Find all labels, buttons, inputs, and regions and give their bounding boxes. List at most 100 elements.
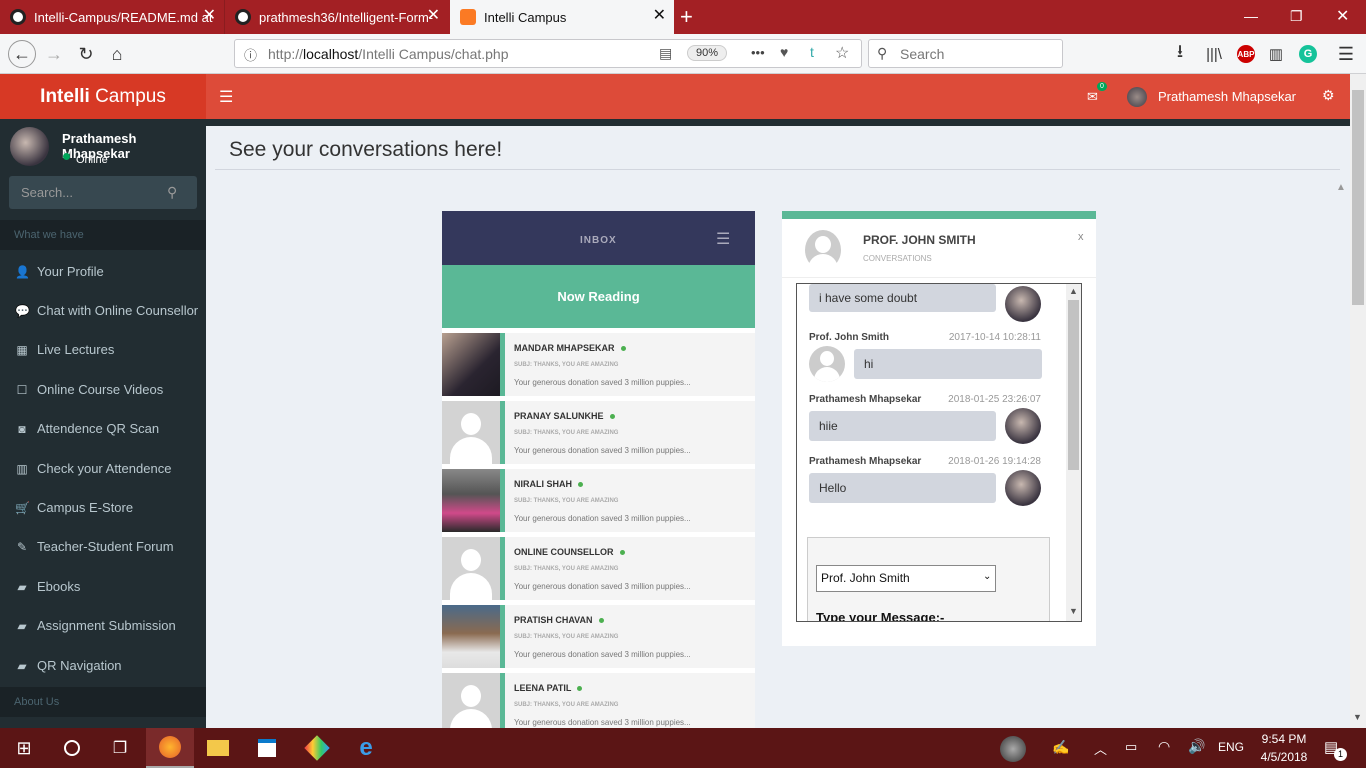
browser-tab-1[interactable]: Intelli-Campus/README.md at ✕ xyxy=(0,0,224,34)
restore-button[interactable]: ❐ xyxy=(1290,8,1303,25)
tumblr-icon[interactable]: t xyxy=(810,44,814,60)
inbox-item-pratish[interactable]: PRATISH CHAVAN SUBJ: THANKS, YOU ARE AMA… xyxy=(442,605,755,668)
sidebar-item-your-profile[interactable]: 👤 Your Profile xyxy=(0,252,206,291)
sidebar: Prathamesh Mhapsekar Online Search... ⚲ … xyxy=(0,119,206,728)
inbox-item-mandar[interactable]: MANDAR MHAPSEKAR SUBJ: THANKS, YOU ARE A… xyxy=(442,333,755,396)
page-scrollbar[interactable]: ▼ xyxy=(1350,74,1366,728)
show-hidden-icons[interactable]: ︿ xyxy=(1094,739,1107,758)
library-icon[interactable]: |||\ xyxy=(1202,42,1226,66)
sidebar-item-course-videos[interactable]: ☐ Online Course Videos xyxy=(0,370,206,409)
chat-messages-area[interactable]: i have some doubt Prof. John Smith 2017-… xyxy=(796,283,1082,622)
sidebar-item-live-lectures[interactable]: ▦ Live Lectures xyxy=(0,330,206,369)
inbox-item-nirali[interactable]: NIRALI SHAH SUBJ: THANKS, YOU ARE AMAZIN… xyxy=(442,469,755,532)
scroll-up-arrow[interactable]: ▲ xyxy=(1069,286,1078,296)
scroll-up-arrow[interactable]: ▲ xyxy=(1336,182,1346,193)
message-bubble: i have some doubt xyxy=(809,284,996,312)
new-tab-button[interactable]: + xyxy=(680,4,693,30)
user-menu-name[interactable]: Prathamesh Mhapsekar xyxy=(1158,89,1296,104)
edge-icon[interactable]: e xyxy=(342,728,390,768)
downloads-icon[interactable]: ⭳ xyxy=(1168,41,1192,66)
chat-close-button[interactable]: x xyxy=(1078,231,1084,243)
clock-time[interactable]: 9:54 PM xyxy=(1258,732,1310,746)
minimize-button[interactable]: — xyxy=(1244,8,1258,24)
message-preview: Your generous donation saved 3 million p… xyxy=(514,650,691,659)
github-icon xyxy=(10,9,26,25)
github-icon xyxy=(235,9,251,25)
wifi-icon[interactable]: ◠ xyxy=(1158,738,1170,755)
info-icon[interactable]: ⓘ xyxy=(244,45,257,64)
adblock-icon[interactable]: ABP xyxy=(1237,45,1255,63)
settings-gears-icon[interactable]: ⚙ xyxy=(1322,87,1335,104)
windows-start-icon[interactable]: ⊞ xyxy=(0,728,48,768)
volume-icon[interactable]: 🔊 xyxy=(1188,738,1205,755)
browser-search-box[interactable]: ⚲ Search xyxy=(868,39,1063,68)
people-icon[interactable] xyxy=(1000,736,1026,762)
tab-title: Intelli Campus xyxy=(484,9,567,25)
sidebar-item-forum[interactable]: ✎ Teacher-Student Forum xyxy=(0,527,206,566)
sidebar-item-qr-navigation[interactable]: ▰ QR Navigation xyxy=(0,646,206,685)
scroll-down-arrow[interactable]: ▼ xyxy=(1069,606,1078,616)
user-avatar[interactable] xyxy=(1127,87,1147,107)
app-icon[interactable] xyxy=(293,728,341,768)
book-icon: ▰ xyxy=(17,618,27,633)
message-preview: Your generous donation saved 3 million p… xyxy=(514,446,691,455)
grammarly-icon[interactable]: G xyxy=(1299,45,1317,63)
language-indicator[interactable]: ENG xyxy=(1218,740,1244,754)
sidebar-toggle-icon[interactable]: ▥ xyxy=(1264,42,1288,66)
sidebar-search-input[interactable]: Search... ⚲ xyxy=(9,176,197,209)
inbox-item-online-counsellor[interactable]: ONLINE COUNSELLOR SUBJ: THANKS, YOU ARE … xyxy=(442,537,755,600)
sidebar-toggle-button[interactable]: ☰ xyxy=(219,87,233,107)
firefox-taskbar-icon[interactable] xyxy=(146,728,194,768)
close-tab-icon[interactable]: ✕ xyxy=(427,8,440,24)
reload-button[interactable]: ↻ xyxy=(74,42,98,66)
task-view-icon[interactable]: ❐ xyxy=(96,728,144,768)
message-subject: SUBJ: THANKS, YOU ARE AMAZING xyxy=(514,498,619,504)
sidebar-item-e-store[interactable]: 🛒 Campus E-Store xyxy=(0,488,206,527)
sidebar-item-chat-counsellor[interactable]: 💬 Chat with Online Counsellor xyxy=(0,291,206,330)
chevron-down-icon: ⌄ xyxy=(983,571,992,582)
scroll-down-arrow[interactable]: ▼ xyxy=(1353,712,1362,722)
close-tab-icon[interactable]: ✕ xyxy=(653,8,666,24)
recipient-select[interactable]: Prof. John Smith ⌄ xyxy=(816,565,996,592)
sidebar-item-ebooks[interactable]: ▰ Ebooks xyxy=(0,567,206,606)
inbox-item-leena[interactable]: LEENA PATIL SUBJ: THANKS, YOU ARE AMAZIN… xyxy=(442,673,755,728)
sidebar-item-qr-scan[interactable]: ◙ Attendence QR Scan xyxy=(0,409,206,448)
back-button[interactable]: ← xyxy=(8,40,36,68)
home-button[interactable]: ⌂ xyxy=(105,42,129,66)
sidebar-item-label: Chat with Online Counsellor xyxy=(37,303,199,318)
contact-name: ONLINE COUNSELLOR xyxy=(514,547,614,557)
inbox-menu-icon[interactable]: ☰ xyxy=(716,229,730,249)
sidebar-item-assignment[interactable]: ▰ Assignment Submission xyxy=(0,606,206,645)
search-icon[interactable]: ⚲ xyxy=(167,184,177,201)
inbox-panel: INBOX ☰ Now Reading MANDAR MHAPSEKAR SUB… xyxy=(442,211,755,728)
reader-view-icon[interactable]: ▤ xyxy=(659,45,672,62)
pocket-icon[interactable]: ♥ xyxy=(780,44,788,60)
inbox-item-pranay[interactable]: PRANAY SALUNKHE SUBJ: THANKS, YOU ARE AM… xyxy=(442,401,755,464)
scroll-thumb[interactable] xyxy=(1068,300,1079,470)
bookmark-star-icon[interactable]: ☆ xyxy=(835,43,849,63)
close-window-button[interactable]: ✕ xyxy=(1336,6,1349,26)
browser-tab-3-active[interactable]: Intelli Campus ✕ xyxy=(450,0,674,34)
store-icon[interactable] xyxy=(243,728,291,768)
close-tab-icon[interactable]: ✕ xyxy=(203,8,216,24)
forward-button[interactable]: → xyxy=(42,42,66,66)
message-subject: SUBJ: THANKS, YOU ARE AMAZING xyxy=(514,430,619,436)
hamburger-menu-icon[interactable]: ☰ xyxy=(1334,42,1358,66)
page-actions-icon[interactable]: ••• xyxy=(751,45,765,60)
battery-icon[interactable]: ▭ xyxy=(1125,739,1137,755)
browser-tab-2[interactable]: prathmesh36/Intelligent-Form- ✕ xyxy=(224,0,448,34)
sidebar-item-check-attendence[interactable]: ▥ Check your Attendence xyxy=(0,449,206,488)
mail-icon[interactable]: ✉ xyxy=(1087,89,1098,105)
url-bar[interactable]: ⓘ http://localhost/Intelli Campus/chat.p… xyxy=(234,39,862,68)
default-avatar-icon xyxy=(442,401,500,464)
zoom-level[interactable]: 90% xyxy=(687,45,728,61)
page-scroll-thumb[interactable] xyxy=(1352,90,1364,305)
chat-scrollbar[interactable]: ▲ ▼ xyxy=(1066,284,1081,621)
page-title: See your conversations here! xyxy=(229,138,503,161)
ink-workspace-icon[interactable]: ✍ xyxy=(1052,739,1069,756)
cortana-icon[interactable] xyxy=(48,728,96,768)
inbox-title: INBOX xyxy=(580,235,617,246)
clock-date[interactable]: 4/5/2018 xyxy=(1258,750,1310,764)
app-logo[interactable]: Intelli Campus xyxy=(0,74,206,119)
file-explorer-icon[interactable] xyxy=(194,728,242,768)
